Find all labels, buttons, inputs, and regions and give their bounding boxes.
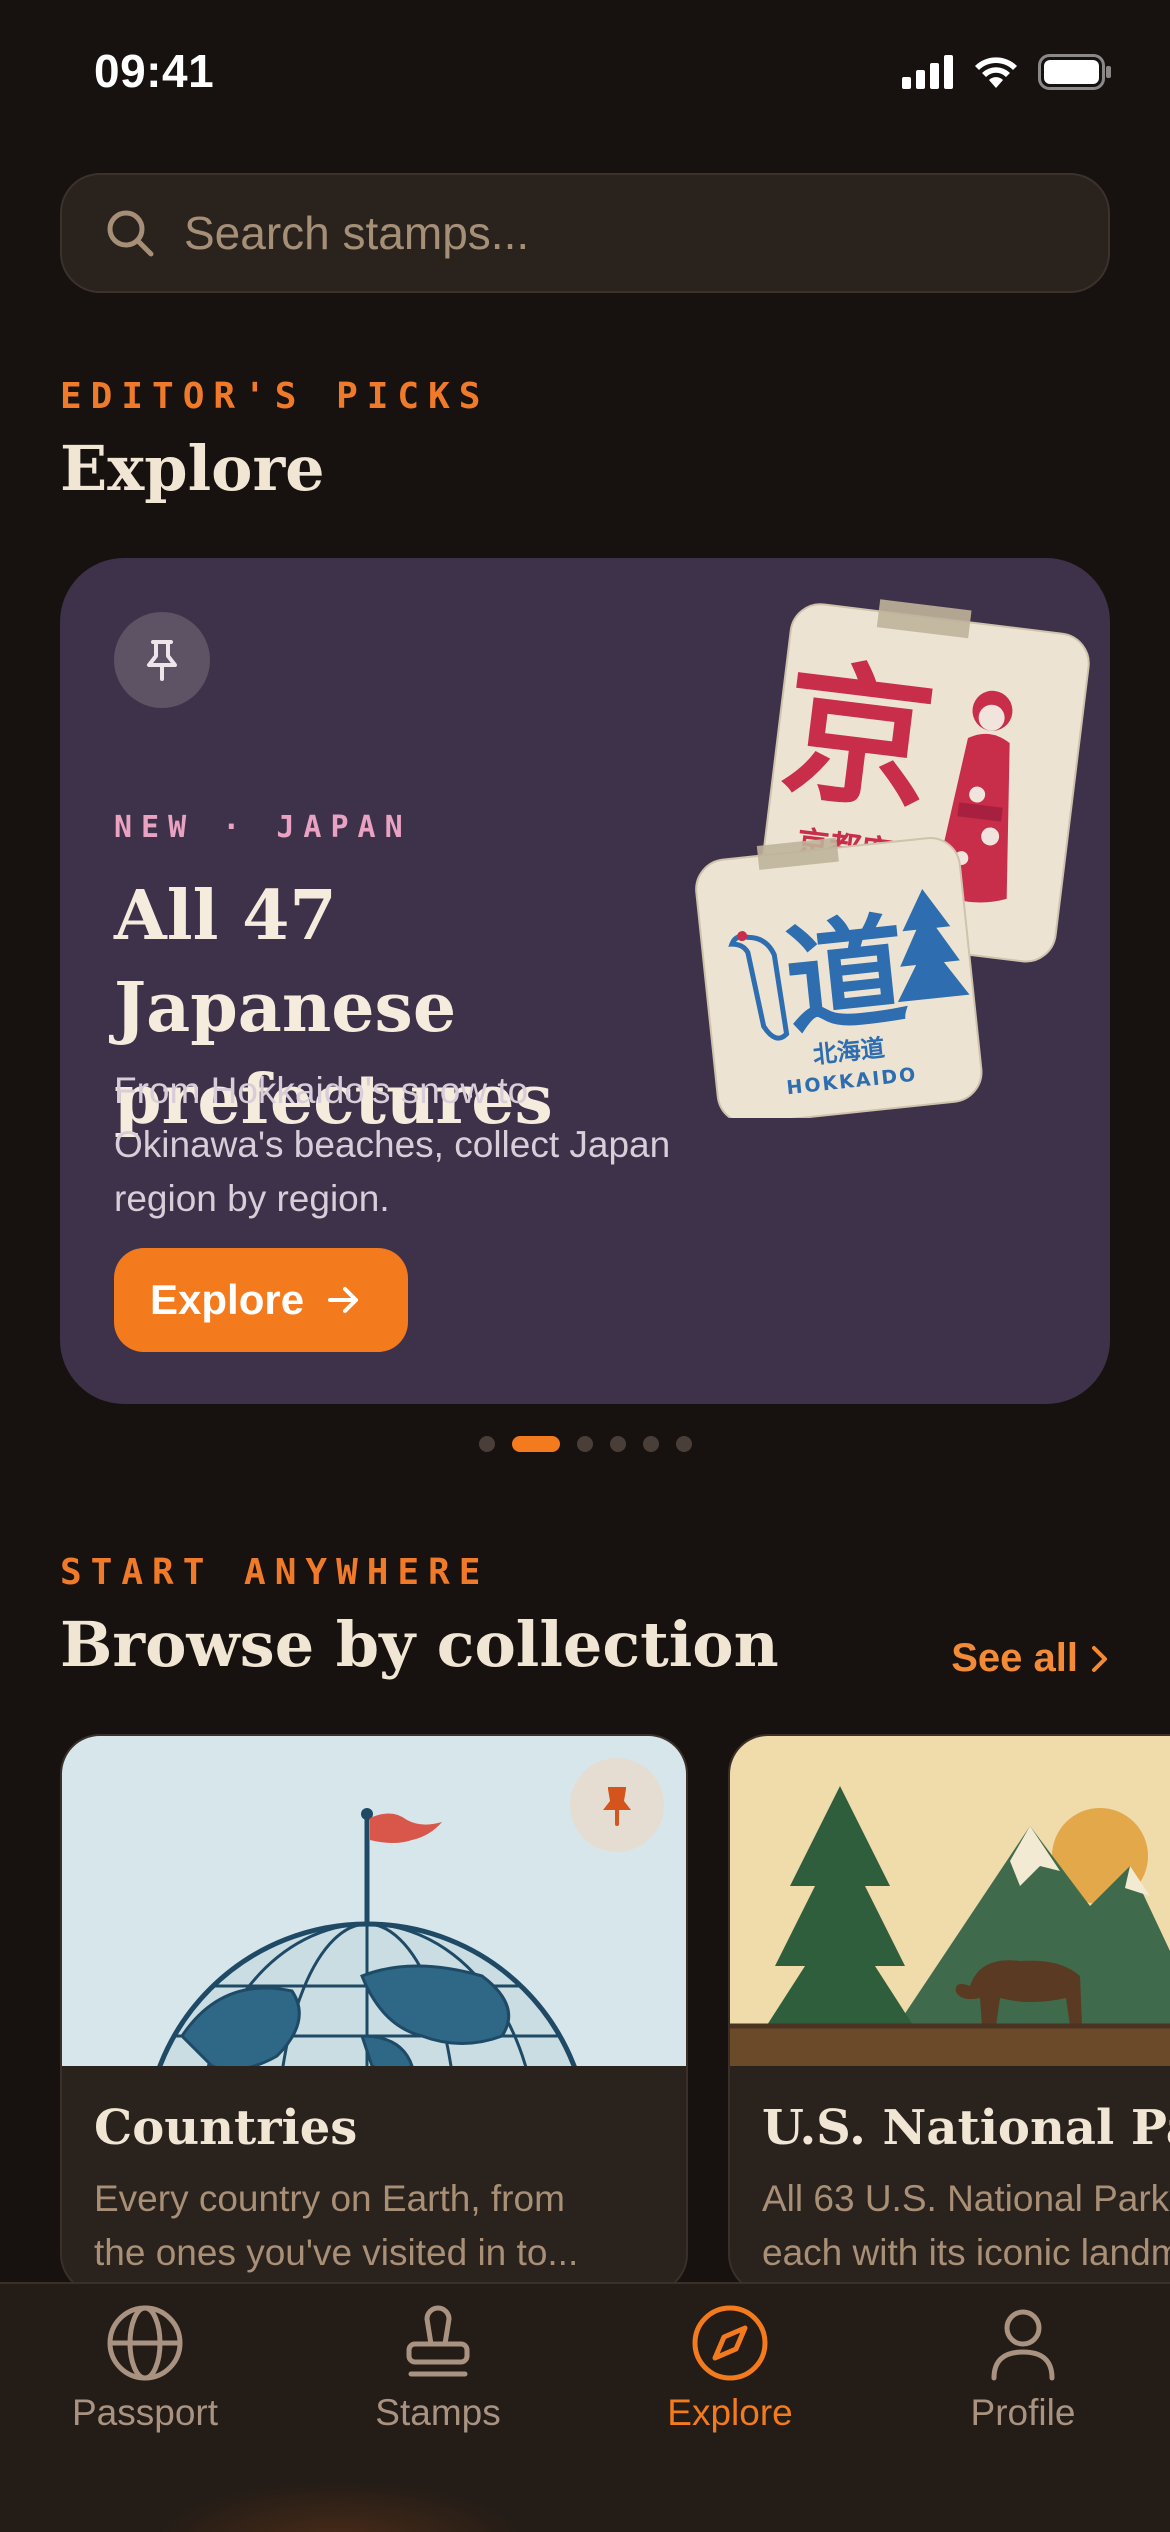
tab-label: Stamps — [375, 2392, 501, 2433]
japan-stamps-illustration: 京 京都府 道 北海道 HOKKAIDO — [695, 599, 1090, 1118]
pin-icon — [603, 1787, 631, 1826]
tab-stamps[interactable]: Stamps — [308, 2302, 568, 2434]
person-icon — [991, 2309, 1055, 2381]
national-park-illustration — [730, 1736, 1170, 2066]
tab-passport[interactable]: Passport — [15, 2302, 275, 2434]
tab-explore[interactable]: Explore — [600, 2302, 860, 2434]
svg-text:京: 京 — [773, 643, 943, 834]
compass-icon — [692, 2305, 768, 2381]
hero-tag: NEW · JAPAN — [114, 810, 412, 845]
bottom-glow — [150, 2480, 530, 2532]
collection-description: All 63 U.S. National Parks, each with it… — [762, 2178, 1170, 2273]
featured-card-japan[interactable]: NEW · JAPAN All 47 Japanese prefectures … — [60, 558, 1110, 1404]
collection-title: U.S. National Parks — [762, 2100, 1170, 2156]
browse-collection-title: Browse by collection — [60, 1608, 779, 1681]
carousel-dot[interactable] — [609, 1436, 626, 1452]
explore-title: Explore — [60, 432, 325, 505]
arrow-right-icon — [328, 1287, 359, 1313]
cellular-signal-icon — [902, 55, 953, 89]
collection-card-countries[interactable]: Countries Every country on Earth, from t… — [60, 1734, 688, 2294]
status-icons — [902, 54, 1112, 90]
explore-screen: 09:41 Search stamps... EDITOR'S PICKS Ex… — [0, 0, 1170, 2532]
editors-picks-eyebrow: EDITOR'S PICKS — [60, 376, 490, 417]
status-time: 09:41 — [94, 45, 215, 97]
carousel-dot[interactable] — [511, 1436, 560, 1452]
search-icon — [107, 210, 154, 257]
battery-icon — [1038, 54, 1111, 90]
carousel-dot[interactable] — [642, 1436, 659, 1452]
svg-text:道: 道 — [779, 902, 913, 1053]
carousel-dot[interactable] — [478, 1436, 495, 1452]
tab-label: Explore — [667, 2392, 793, 2433]
hero-description: From Hokkaido's snow to Okinawa's beache… — [114, 1070, 671, 1219]
search-placeholder: Search stamps... — [184, 207, 530, 259]
globe-icon — [107, 2305, 183, 2381]
tab-label: Profile — [970, 2392, 1076, 2433]
collection-title: Countries — [94, 2100, 358, 2156]
pin-icon — [147, 640, 177, 681]
see-all-link[interactable]: See all — [951, 1636, 1110, 1681]
pin-button[interactable] — [114, 612, 210, 708]
carousel-dot[interactable] — [675, 1436, 692, 1452]
chevron-right-icon — [1092, 1645, 1107, 1672]
carousel-dot[interactable] — [576, 1436, 593, 1452]
search-input[interactable]: Search stamps... — [60, 173, 1110, 293]
tab-profile[interactable]: Profile — [893, 2302, 1153, 2434]
collection-description: Every country on Earth, from the ones yo… — [94, 2178, 579, 2273]
stamp-icon — [406, 2305, 470, 2377]
start-anywhere-eyebrow: START ANYWHERE — [60, 1552, 490, 1593]
see-all-label: See all — [951, 1636, 1078, 1680]
pin-button[interactable] — [570, 1758, 664, 1852]
collection-card-national-parks[interactable]: U.S. National Parks All 63 U.S. National… — [728, 1734, 1170, 2294]
explore-button[interactable]: Explore — [114, 1248, 408, 1352]
tab-label: Passport — [71, 2392, 218, 2433]
explore-button-label: Explore — [150, 1276, 305, 1323]
carousel-indicator[interactable] — [0, 1436, 1170, 1452]
status-bar: 09:41 — [0, 0, 1170, 150]
wifi-icon — [975, 57, 1017, 88]
